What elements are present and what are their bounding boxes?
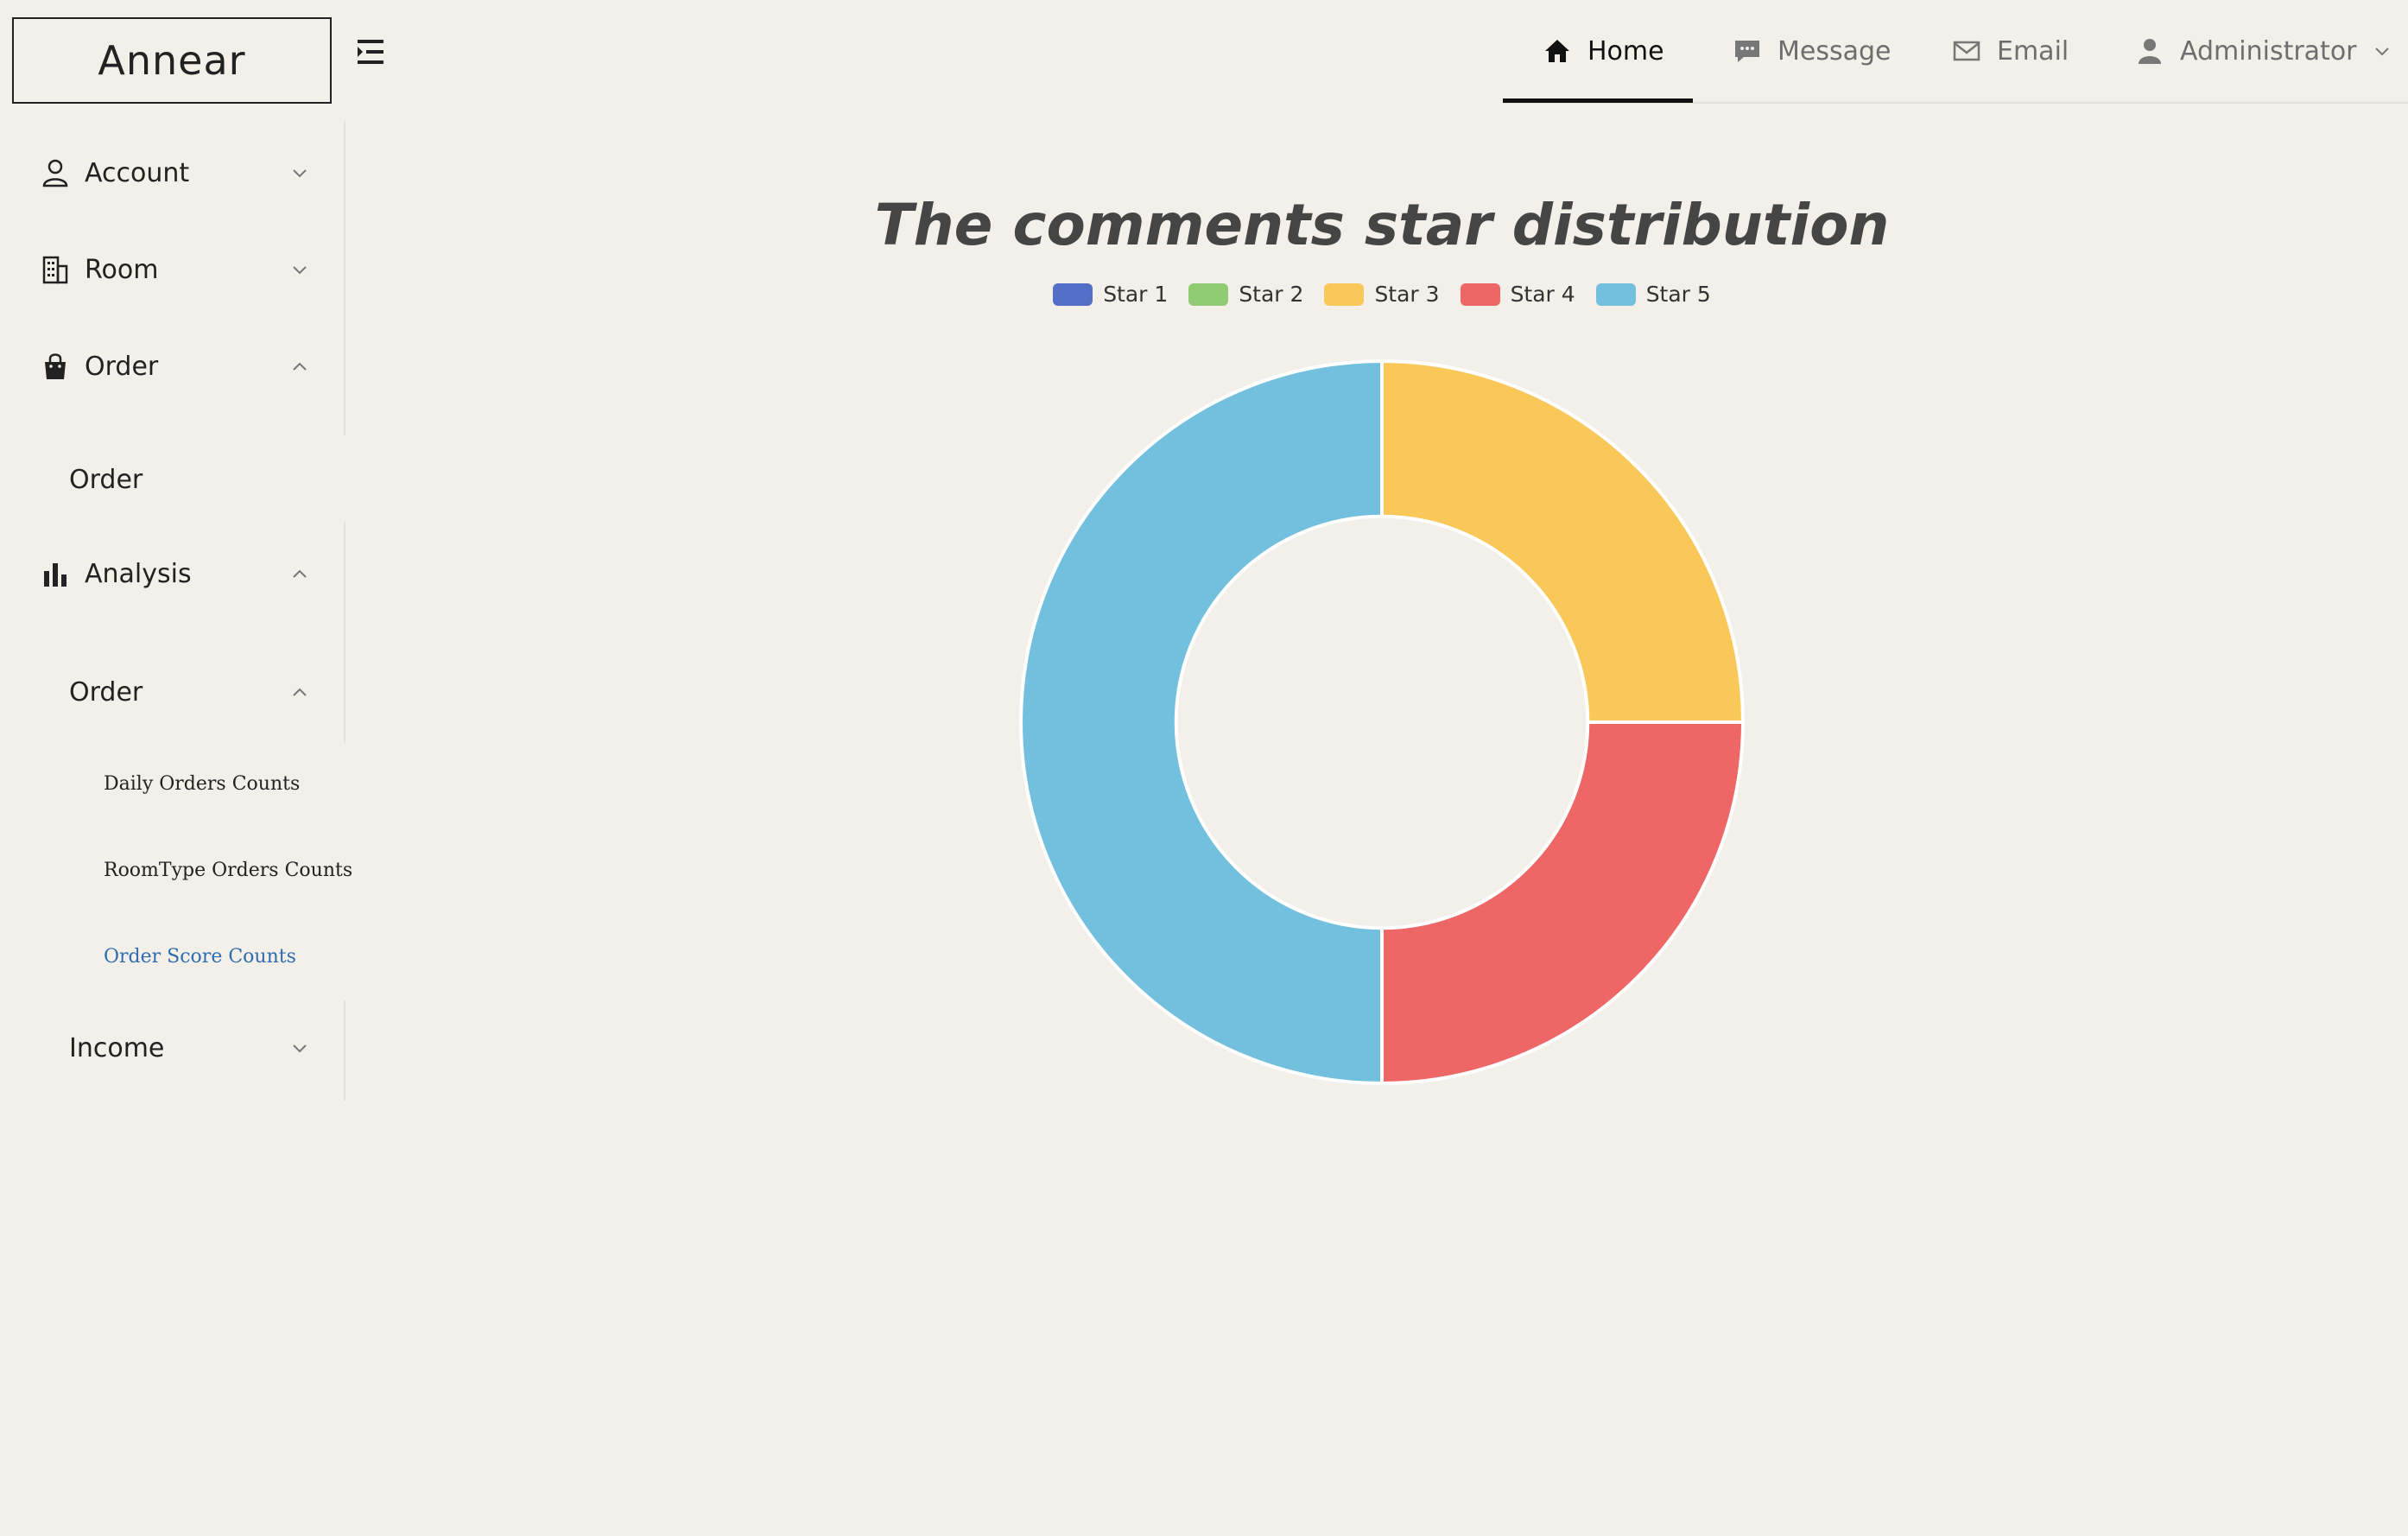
shopping-bag-icon [40, 351, 71, 382]
nav-label: Message [1777, 35, 1892, 67]
chevron-down-icon [293, 266, 307, 275]
legend-item[interactable]: Star 2 [1188, 282, 1303, 307]
bar-chart-icon [40, 558, 71, 589]
chevron-up-icon [293, 569, 307, 578]
user-icon [2135, 36, 2164, 66]
donut-slice-star-3[interactable] [1380, 359, 1745, 724]
home-icon [1543, 36, 1572, 66]
legend-label: Star 2 [1239, 282, 1304, 307]
legend-swatch [1188, 282, 1229, 306]
chevron-up-icon [293, 688, 307, 696]
donut-slice-star-5[interactable] [1019, 359, 1384, 1085]
chevron-up-icon [293, 362, 307, 371]
legend-swatch [1324, 282, 1365, 306]
legend-item[interactable]: Star 3 [1324, 282, 1440, 307]
nav-label: Home [1587, 35, 1664, 67]
legend-item[interactable]: Star 5 [1595, 282, 1711, 307]
sidebar-subitem-order[interactable]: Order [0, 441, 345, 518]
chart-legend: Star 1 Star 2 Star 3 Star 4 Star 5 [864, 282, 1900, 307]
donut-chart [1019, 359, 1745, 1085]
sidebar-item-label: Order [85, 351, 159, 382]
building-icon [40, 254, 71, 285]
sidebar-subitem-income[interactable]: Income [0, 1009, 345, 1087]
sidebar-item-label: Order Score Counts [104, 945, 296, 968]
chevron-down-icon [293, 169, 307, 178]
nav-active-indicator [1503, 98, 1693, 103]
user-icon [40, 157, 71, 188]
collapse-sidebar-button[interactable] [352, 35, 390, 69]
sidebar-item-label: Income [69, 1032, 165, 1063]
sidebar-leaf-daily-orders[interactable]: Daily Orders Counts [0, 753, 345, 814]
nav-label: Email [1997, 35, 2069, 67]
sidebar-subitem-analysis-order[interactable]: Order [0, 653, 345, 731]
nav-administrator[interactable]: Administrator [2135, 0, 2392, 102]
nav-message[interactable]: Message [1733, 0, 1891, 102]
legend-swatch [1595, 282, 1636, 306]
sidebar-item-account[interactable]: Account [0, 130, 345, 216]
sidebar-item-room[interactable]: Room [0, 226, 345, 313]
email-icon [1952, 36, 1981, 66]
legend-label: Star 3 [1374, 282, 1440, 307]
legend-label: Star 1 [1103, 282, 1169, 307]
chart-title: The comments star distribution [874, 192, 1890, 258]
sidebar-leaf-roomtype-orders[interactable]: RoomType Orders Counts [0, 840, 352, 900]
sidebar-item-label: Order [69, 464, 143, 495]
message-icon [1733, 36, 1762, 66]
sidebar-item-label: Room [85, 254, 159, 285]
sidebar-item-label: Daily Orders Counts [104, 772, 301, 795]
legend-item[interactable]: Star 1 [1053, 282, 1168, 307]
sidebar-item-label: Order [69, 676, 143, 708]
chevron-down-icon [293, 1044, 307, 1053]
app-logo[interactable]: Annear [12, 17, 332, 104]
sidebar-item-label: RoomType Orders Counts [104, 859, 353, 881]
sidebar-item-analysis[interactable]: Analysis [0, 530, 345, 617]
sidebar-item-label: Analysis [85, 558, 192, 589]
donut-slice-star-4[interactable] [1380, 720, 1745, 1085]
legend-label: Star 5 [1645, 282, 1711, 307]
nav-label: Administrator [2180, 35, 2357, 67]
legend-swatch [1460, 282, 1500, 306]
legend-label: Star 4 [1510, 282, 1575, 307]
sidebar-leaf-order-score[interactable]: Order Score Counts [0, 926, 345, 987]
legend-item[interactable]: Star 4 [1460, 282, 1575, 307]
menu-fold-icon [358, 40, 383, 64]
nav-email[interactable]: Email [1952, 0, 2069, 102]
sidebar-item-order[interactable]: Order [0, 323, 345, 409]
nav-home[interactable]: Home [1543, 0, 1664, 102]
legend-swatch [1053, 282, 1093, 306]
sidebar-item-label: Account [85, 157, 190, 188]
chevron-down-icon [2374, 48, 2389, 56]
